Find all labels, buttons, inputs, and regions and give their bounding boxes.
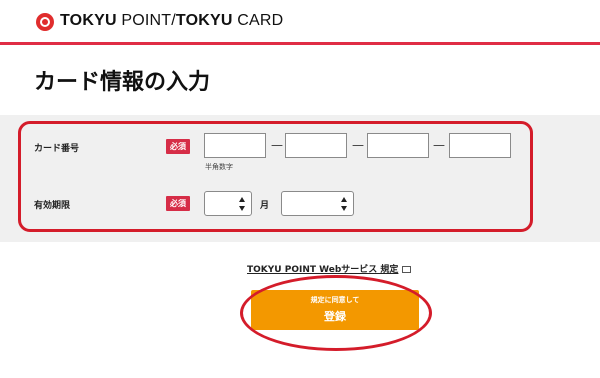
tokyu-logo-icon (36, 13, 54, 31)
terms-link[interactable]: TOKYU POINT Webサービス 規定 (247, 262, 412, 275)
brand-logo-text: TOKYU POINT/TOKYU CARD (60, 12, 284, 29)
external-window-icon (402, 266, 412, 273)
header-divider (0, 42, 600, 45)
button-highlight-annotation (240, 275, 432, 351)
site-header: TOKYU POINT/TOKYU CARD (0, 0, 600, 45)
form-highlight-annotation (18, 121, 533, 232)
page-title: カード情報の入力 (34, 70, 211, 95)
